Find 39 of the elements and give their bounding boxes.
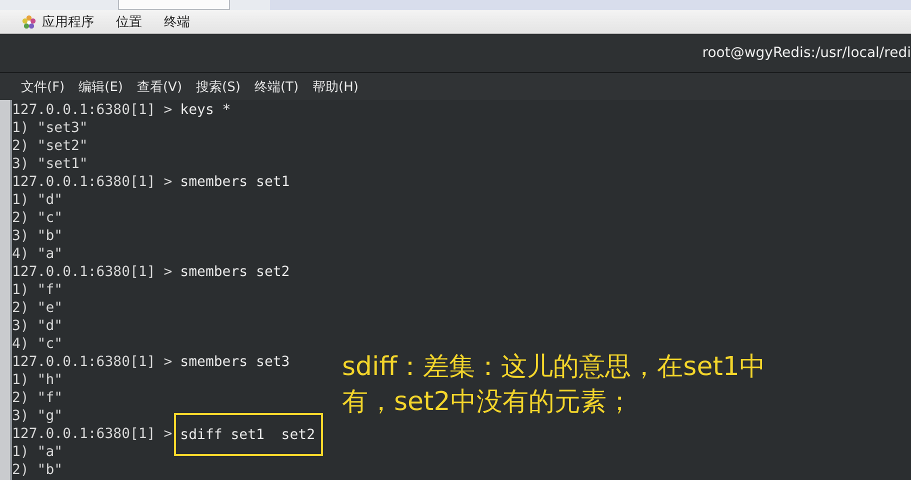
terminal-command: keys *: [180, 101, 231, 119]
terminal-output: 1) "d": [12, 191, 63, 209]
terminal-command: smembers set3: [180, 353, 290, 371]
menu-item[interactable]: 文件(F): [21, 78, 65, 96]
terminal-output: 2) "b": [12, 461, 63, 479]
menu-item[interactable]: 编辑(E): [78, 78, 123, 96]
highlighted-command: sdiff set1 set2: [176, 415, 322, 454]
terminal-prompt: 127.0.0.1:6380[1] >: [12, 263, 172, 281]
panel-menu[interactable]: 应用程序: [42, 12, 94, 30]
terminal-prompt: 127.0.0.1:6380[1] >: [12, 173, 172, 191]
menu-item[interactable]: 查看(V): [136, 78, 182, 96]
menu-item[interactable]: 帮助(H): [312, 78, 358, 96]
annotation-text: sdiff：差集：这儿的意思，在set1中: [342, 351, 766, 384]
terminal-output: 2) "set2": [12, 137, 88, 155]
terminal-output: 2) "f": [12, 389, 63, 407]
terminal-output: 4) "a": [12, 245, 63, 263]
menu-item[interactable]: 终端(T): [254, 78, 299, 96]
terminal-output: 2) "c": [12, 209, 63, 227]
terminal-output: 1) "set3": [12, 119, 88, 137]
terminal-output: 2) "e": [12, 299, 63, 317]
terminal-output: 3) "g": [12, 407, 63, 425]
terminal-command: smembers set2: [180, 263, 290, 281]
panel-menu[interactable]: 终端: [164, 12, 190, 30]
terminal-prompt: 127.0.0.1:6380[1] >: [12, 425, 172, 443]
terminal-prompt: 127.0.0.1:6380[1] >: [12, 353, 172, 371]
terminal-output: 3) "b": [12, 227, 63, 245]
panel-menu[interactable]: 位置: [116, 12, 142, 30]
terminal-command: smembers set1: [180, 173, 290, 191]
app-menu-icon: [22, 14, 36, 28]
terminal-output: 4) "c": [12, 335, 63, 353]
terminal-output: 1) "a": [12, 443, 63, 461]
window-title: root@wgyRedis:/usr/local/redi: [702, 45, 911, 61]
menu-item[interactable]: 搜索(S): [196, 78, 240, 96]
terminal-output: 3) "set1": [12, 155, 88, 173]
terminal-output: 3) "d": [12, 317, 63, 335]
annotation-text: 有，set2中没有的元素；: [342, 386, 634, 419]
terminal-prompt: 127.0.0.1:6380[1] >: [12, 101, 172, 119]
terminal-output: 1) "h": [12, 371, 63, 389]
terminal-output: 1) "f": [12, 281, 63, 299]
